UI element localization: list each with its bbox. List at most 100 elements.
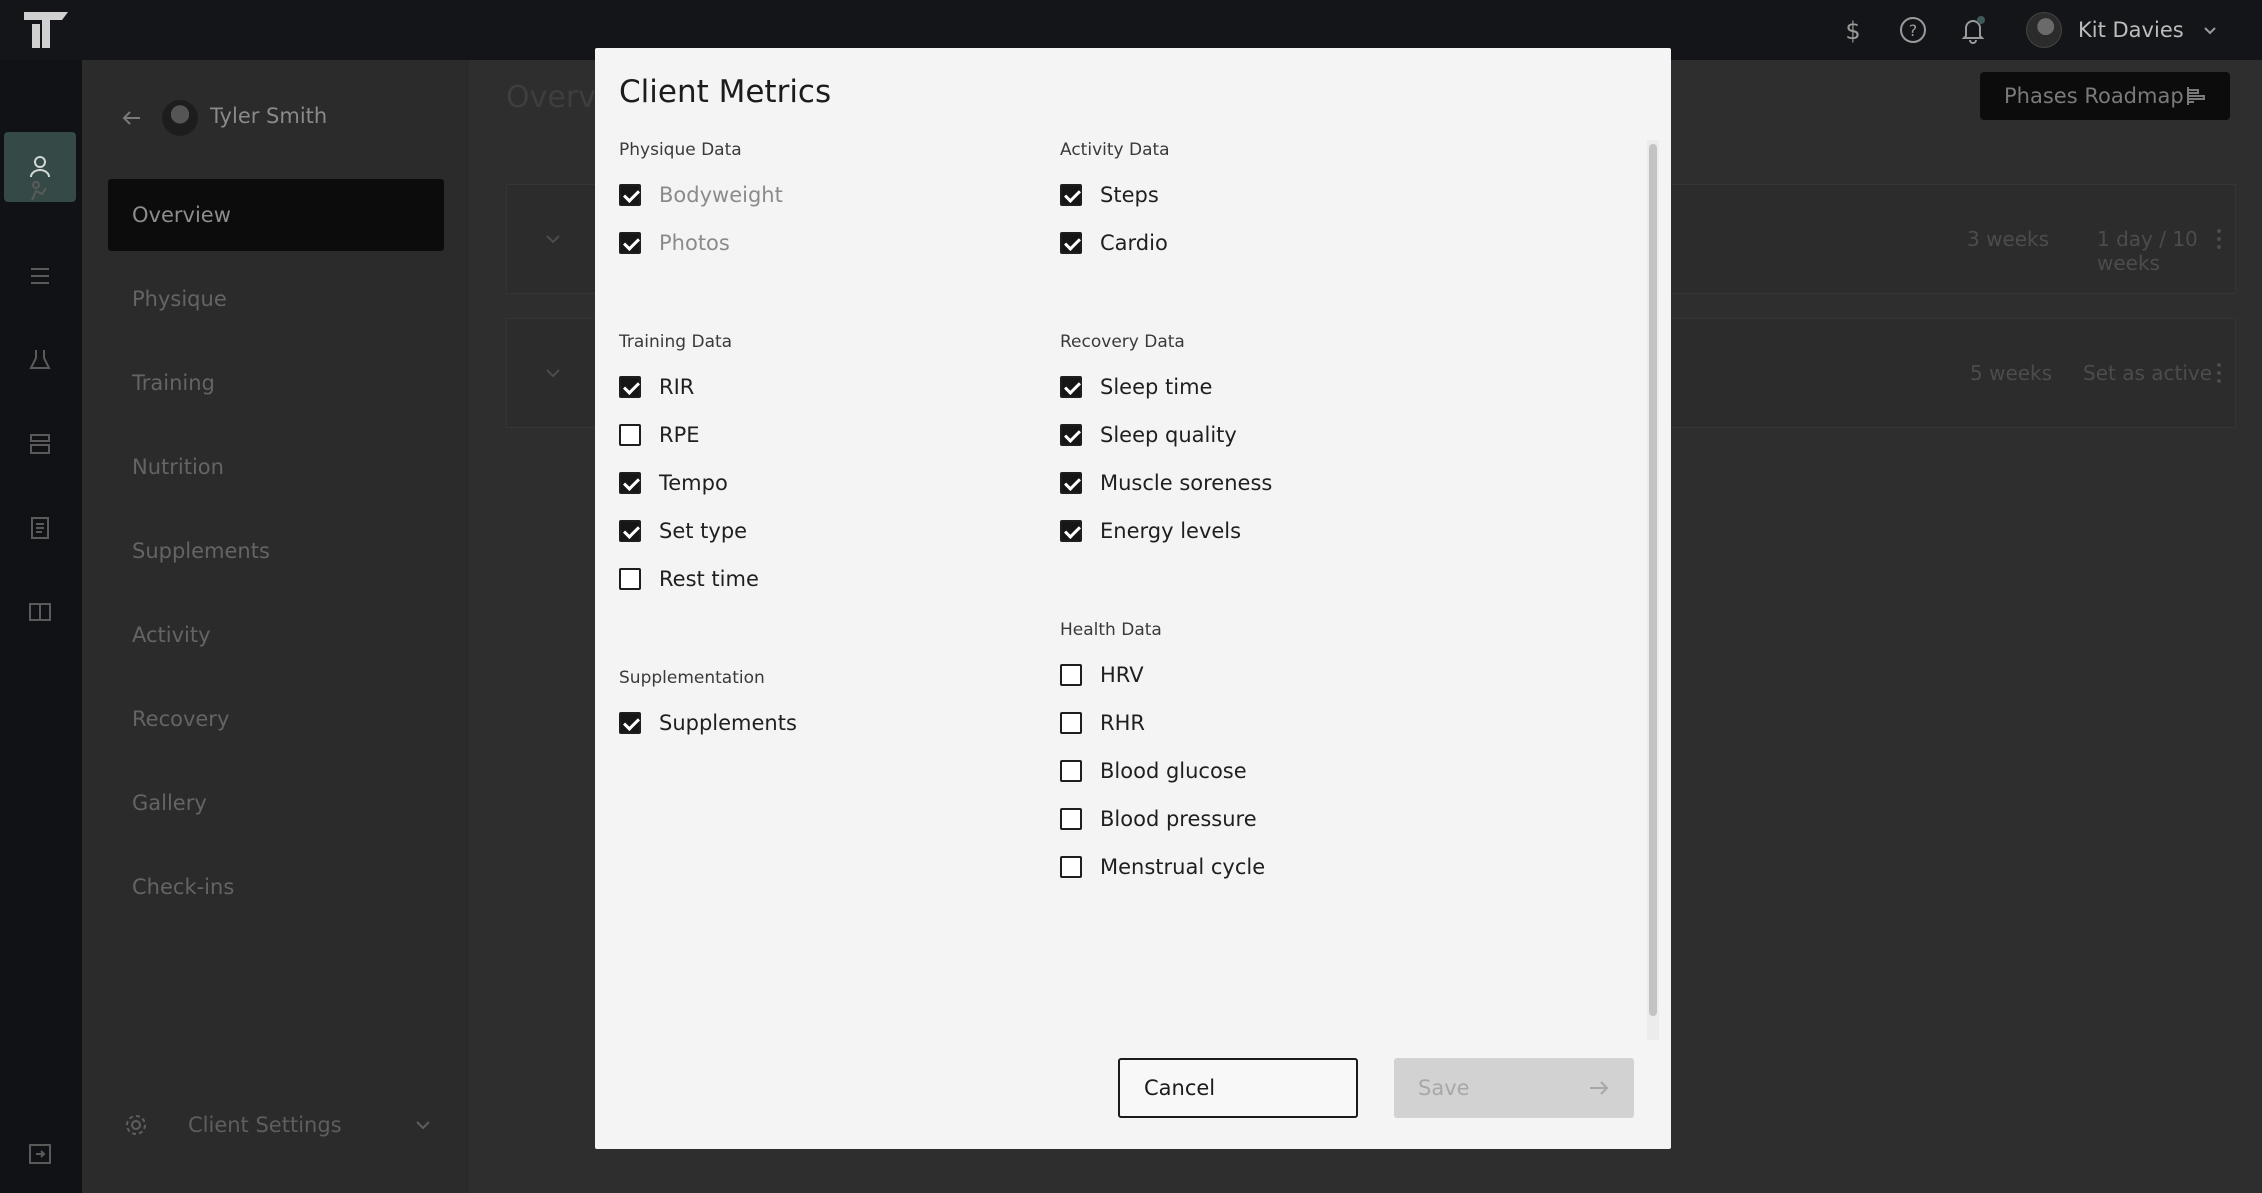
section-training-title: Training Data xyxy=(619,332,733,352)
more-options-icon[interactable] xyxy=(2216,361,2222,385)
chevron-down-icon xyxy=(2203,27,2216,35)
phases-roadmap-button[interactable]: Phases Roadmap xyxy=(1980,72,2230,120)
phases-roadmap-label: Phases Roadmap xyxy=(2004,84,2184,108)
app-logo-icon[interactable] xyxy=(22,10,72,50)
user-menu[interactable]: Kit Davies xyxy=(2026,12,2218,48)
user-name: Kit Davies xyxy=(2078,18,2184,42)
checkbox-photos[interactable] xyxy=(619,232,641,254)
metric-rpe[interactable]: RPE xyxy=(619,420,700,450)
checkbox-rhr[interactable] xyxy=(1060,712,1082,734)
user-avatar xyxy=(2026,12,2062,48)
metric-menstrual-cycle[interactable]: Menstrual cycle xyxy=(1060,852,1265,882)
svg-text:?: ? xyxy=(1909,21,1918,40)
chevron-down-icon xyxy=(416,1121,430,1130)
metric-label: Cardio xyxy=(1100,231,1168,255)
checkbox-sleep-quality[interactable] xyxy=(1060,424,1082,446)
sidebar-item-training[interactable]: Training xyxy=(108,347,444,419)
sidebar-item-gallery[interactable]: Gallery xyxy=(108,767,444,839)
metric-cardio[interactable]: Cardio xyxy=(1060,228,1168,258)
metric-label: RIR xyxy=(659,375,695,399)
metric-tempo[interactable]: Tempo xyxy=(619,468,728,498)
chevron-down-icon[interactable] xyxy=(543,229,563,249)
user-icon xyxy=(30,156,50,178)
checkbox-muscle-soreness[interactable] xyxy=(1060,472,1082,494)
exercise-icon[interactable] xyxy=(26,178,54,206)
metric-rir[interactable]: RIR xyxy=(619,372,694,402)
metric-label: Sleep time xyxy=(1100,375,1213,399)
list-icon[interactable] xyxy=(26,262,54,290)
help-icon[interactable]: ? xyxy=(1897,14,1929,46)
sidebar-item-supplements[interactable]: Supplements xyxy=(108,515,444,587)
save-label: Save xyxy=(1418,1076,1470,1100)
metric-hrv[interactable]: HRV xyxy=(1060,660,1144,690)
checkbox-blood-glucose[interactable] xyxy=(1060,760,1082,782)
metric-label: Tempo xyxy=(659,471,728,495)
expand-rail-icon[interactable] xyxy=(26,1140,54,1168)
checkbox-sleep-time[interactable] xyxy=(1060,376,1082,398)
metric-label: Energy levels xyxy=(1100,519,1242,543)
section-health-title: Health Data xyxy=(1060,620,1162,640)
metric-photos[interactable]: Photos xyxy=(619,228,730,258)
metric-label: Supplements xyxy=(659,711,797,735)
client-settings-label: Client Settings xyxy=(188,1113,342,1137)
metric-sleep-time[interactable]: Sleep time xyxy=(1060,372,1212,402)
metric-energy-levels[interactable]: Energy levels xyxy=(1060,516,1241,546)
more-options-icon[interactable] xyxy=(2216,227,2222,251)
section-physique-title: Physique Data xyxy=(619,140,742,160)
arrow-right-icon xyxy=(1590,1081,1609,1095)
checkbox-bodyweight[interactable] xyxy=(619,184,641,206)
client-avatar xyxy=(162,100,198,136)
page-title: Overvi xyxy=(506,80,605,115)
metric-supplements[interactable]: Supplements xyxy=(619,708,797,738)
metric-blood-pressure[interactable]: Blood pressure xyxy=(1060,804,1257,834)
checkbox-hrv[interactable] xyxy=(1060,664,1082,686)
billing-dollar-icon[interactable]: $ xyxy=(1837,14,1869,46)
checkbox-supplements[interactable] xyxy=(619,712,641,734)
metric-rest-time[interactable]: Rest time xyxy=(619,564,759,594)
flask-icon[interactable] xyxy=(26,346,54,374)
checkbox-rir[interactable] xyxy=(619,376,641,398)
checkbox-rpe[interactable] xyxy=(619,424,641,446)
chevron-down-icon[interactable] xyxy=(543,363,563,383)
cancel-button[interactable]: Cancel xyxy=(1118,1058,1358,1118)
set-as-active-button[interactable]: Set as active xyxy=(2083,361,2212,385)
back-arrow-icon[interactable] xyxy=(118,104,146,132)
modal-scrollbar[interactable] xyxy=(1647,140,1659,1040)
save-button[interactable]: Save xyxy=(1394,1058,1634,1118)
checkbox-menstrual-cycle[interactable] xyxy=(1060,856,1082,878)
sidebar-item-overview[interactable]: Overview xyxy=(108,179,444,251)
checkbox-energy-levels[interactable] xyxy=(1060,520,1082,542)
sidebar-item-activity[interactable]: Activity xyxy=(108,599,444,671)
metric-bodyweight[interactable]: Bodyweight xyxy=(619,180,783,210)
metric-label: Menstrual cycle xyxy=(1100,855,1266,879)
modal-title: Client Metrics xyxy=(619,74,832,110)
book-icon[interactable] xyxy=(26,598,54,626)
metric-label: Set type xyxy=(659,519,748,543)
checkbox-set-type[interactable] xyxy=(619,520,641,542)
checkbox-cardio[interactable] xyxy=(1060,232,1082,254)
metric-blood-glucose[interactable]: Blood glucose xyxy=(1060,756,1247,786)
gear-icon xyxy=(126,1115,146,1135)
metric-rhr[interactable]: RHR xyxy=(1060,708,1145,738)
sidebar-item-recovery[interactable]: Recovery xyxy=(108,683,444,755)
checkbox-steps[interactable] xyxy=(1060,184,1082,206)
sidebar-item-nutrition[interactable]: Nutrition xyxy=(108,431,444,503)
checkbox-rest-time[interactable] xyxy=(619,568,641,590)
metric-label: Blood glucose xyxy=(1100,759,1247,783)
metric-steps[interactable]: Steps xyxy=(1060,180,1159,210)
icon-rail xyxy=(0,60,82,1193)
phase-duration: 3 weeks xyxy=(1967,227,2050,251)
document-icon[interactable] xyxy=(26,514,54,542)
scrollbar-thumb[interactable] xyxy=(1649,144,1657,1016)
checkbox-blood-pressure[interactable] xyxy=(1060,808,1082,830)
metric-sleep-quality[interactable]: Sleep quality xyxy=(1060,420,1237,450)
metric-set-type[interactable]: Set type xyxy=(619,516,747,546)
roadmap-icon xyxy=(2187,87,2205,105)
notifications-bell-icon[interactable] xyxy=(1957,14,1989,46)
metric-muscle-soreness[interactable]: Muscle soreness xyxy=(1060,468,1272,498)
sidebar-item-physique[interactable]: Physique xyxy=(108,263,444,335)
templates-icon[interactable] xyxy=(26,430,54,458)
client-settings-menu[interactable]: Client Settings xyxy=(124,1100,444,1150)
checkbox-tempo[interactable] xyxy=(619,472,641,494)
sidebar-item-check-ins[interactable]: Check-ins xyxy=(108,851,444,923)
